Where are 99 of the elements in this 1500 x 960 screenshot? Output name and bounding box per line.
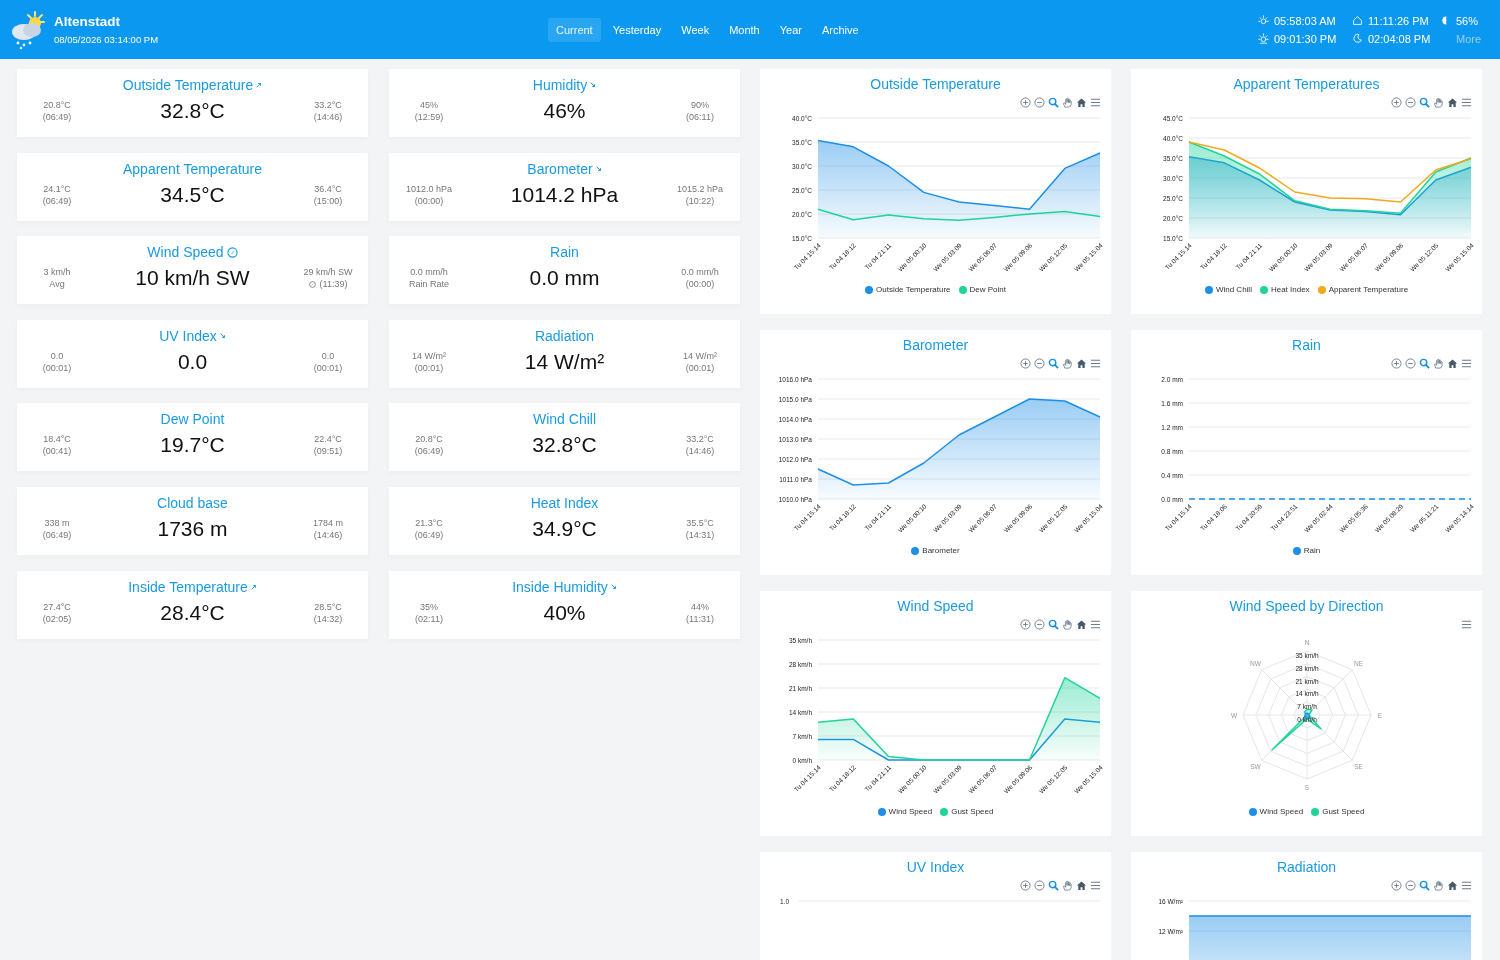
almanac-time: 09:01:30 PM — [1274, 32, 1337, 45]
max-time: (00:01) — [685, 362, 715, 373]
max-value: 22.4°C — [314, 434, 342, 445]
max-value: 36.4°C — [314, 183, 342, 194]
current-value: 1014.2 hPa — [509, 182, 620, 207]
max-value: 1015.2 hPa — [676, 183, 723, 194]
max-time: (14:32) — [313, 613, 343, 624]
card-title: Humidity — [532, 77, 588, 93]
max-time: (00:01) — [313, 362, 343, 373]
current-value: 1736 m — [156, 516, 229, 541]
max-value: 90% — [691, 100, 709, 110]
max-value: 35.5°C — [686, 517, 714, 528]
min-value: 24.1°C — [43, 183, 71, 194]
card-title: Inside Temperature — [128, 578, 248, 595]
min-value: 21.3°C — [415, 517, 443, 528]
max-time: (14:46) — [313, 112, 343, 122]
almanac-time: 11:11:26 PM — [1368, 14, 1429, 27]
chart-title: Wind Speed — [896, 598, 975, 616]
card-title: Rain — [550, 244, 579, 261]
max-value: 33.2°C — [314, 100, 342, 110]
min-time: (06:49) — [42, 529, 72, 540]
station-name: Altenstadt — [54, 14, 121, 29]
min-time: Rain Rate — [409, 279, 449, 290]
min-value: 3 km/h — [43, 267, 71, 278]
max-value: 33.2°C — [686, 434, 714, 445]
max-time: (15:00) — [313, 195, 343, 206]
chart-title: UV Index — [905, 859, 966, 877]
current-value: 0.0 — [176, 349, 209, 374]
min-value: 0.0 mm/h — [410, 267, 448, 278]
max-time: (14:31) — [685, 529, 715, 540]
max-time: (14:46) — [313, 529, 343, 540]
card-title: Wind Speed — [147, 244, 224, 261]
max-time: (14:46) — [685, 446, 715, 457]
current-value: 34.5°C — [159, 182, 226, 207]
min-value: 18.4°C — [43, 434, 71, 445]
min-value: 14 W/m² — [412, 350, 446, 361]
chart-title: Wind Speed by Direction — [1228, 598, 1385, 616]
current-value: 46% — [542, 99, 587, 123]
current-value: 32.8°C — [159, 99, 226, 123]
almanac-time: 02:04:08 PM — [1368, 32, 1431, 45]
min-time: (06:49) — [414, 529, 444, 540]
almanac-time: 05:58:03 AM — [1274, 14, 1336, 27]
card-title: Apparent Temperature — [122, 160, 263, 177]
max-value: 29 km/h SW — [303, 267, 353, 278]
max-time: (00:00) — [685, 279, 715, 290]
max-time: (11:39) — [319, 279, 348, 290]
card-title: Dew Point — [160, 411, 225, 428]
min-time: (06:49) — [414, 446, 444, 457]
current-value: 0.0 mm — [528, 266, 601, 291]
min-value: 1012.0 hPa — [405, 183, 452, 194]
min-value: 20.8°C — [415, 434, 443, 445]
current-value: 28.4°C — [159, 600, 226, 625]
min-time: (02:05) — [42, 613, 72, 624]
chart-title: Outside Temperature — [869, 76, 1002, 94]
card-title: Wind Chill — [533, 411, 596, 428]
chart-title: Rain — [1291, 337, 1322, 355]
max-value: 44% — [691, 601, 709, 612]
min-value: 27.4°C — [43, 601, 71, 612]
current-value: 19.7°C — [159, 433, 226, 458]
max-value: 1784 m — [313, 517, 343, 528]
min-time: (06:49) — [42, 195, 72, 206]
min-time: (00:00) — [414, 195, 444, 206]
card-title: UV Index — [159, 327, 217, 344]
min-value: 338 m — [44, 517, 70, 528]
max-value: 14 W/m² — [683, 350, 717, 361]
min-value: 20.8°C — [43, 100, 71, 110]
card-title: Radiation — [534, 327, 595, 344]
current-value: 14 W/m² — [523, 349, 606, 374]
min-time: (00:01) — [414, 362, 444, 373]
min-time: (02:11) — [415, 613, 443, 624]
card-title: Barometer — [527, 160, 593, 177]
card-title: Heat Index — [530, 494, 599, 511]
min-value: 35% — [420, 601, 438, 612]
chart-title: Apparent Temperatures — [1232, 76, 1381, 94]
max-time: (11:31) — [686, 613, 714, 624]
min-value: 0.0 — [50, 350, 64, 361]
chart-title: Barometer — [901, 337, 970, 355]
card-title: Cloud base — [157, 494, 228, 511]
max-time: (06:11) — [686, 112, 714, 122]
min-time: Avg — [49, 279, 65, 290]
current-value: 40% — [542, 600, 587, 625]
min-value: 45% — [420, 100, 438, 110]
update-time: 08/05/2026 03:14:00 PM — [54, 34, 159, 45]
max-time: (10:22) — [685, 195, 715, 206]
chart-title: Radiation — [1275, 859, 1338, 877]
min-time: (00:41) — [42, 446, 72, 457]
almanac-time: 56% — [1456, 14, 1479, 27]
min-time: (12:59) — [414, 112, 444, 122]
max-value: 0.0 mm/h — [681, 267, 719, 278]
current-value: 34.9°C — [531, 516, 598, 541]
card-title: Inside Humidity — [512, 578, 608, 595]
max-value: 28.5°C — [314, 601, 342, 612]
max-value: 0.0 — [321, 350, 335, 361]
card-title: Outside Temperature — [122, 77, 254, 93]
current-value: 32.8°C — [531, 433, 598, 458]
min-time: (00:01) — [42, 362, 72, 373]
current-value: 10 km/h SW — [134, 266, 251, 291]
min-time: (06:49) — [42, 112, 72, 122]
max-time: (09:51) — [313, 446, 343, 457]
